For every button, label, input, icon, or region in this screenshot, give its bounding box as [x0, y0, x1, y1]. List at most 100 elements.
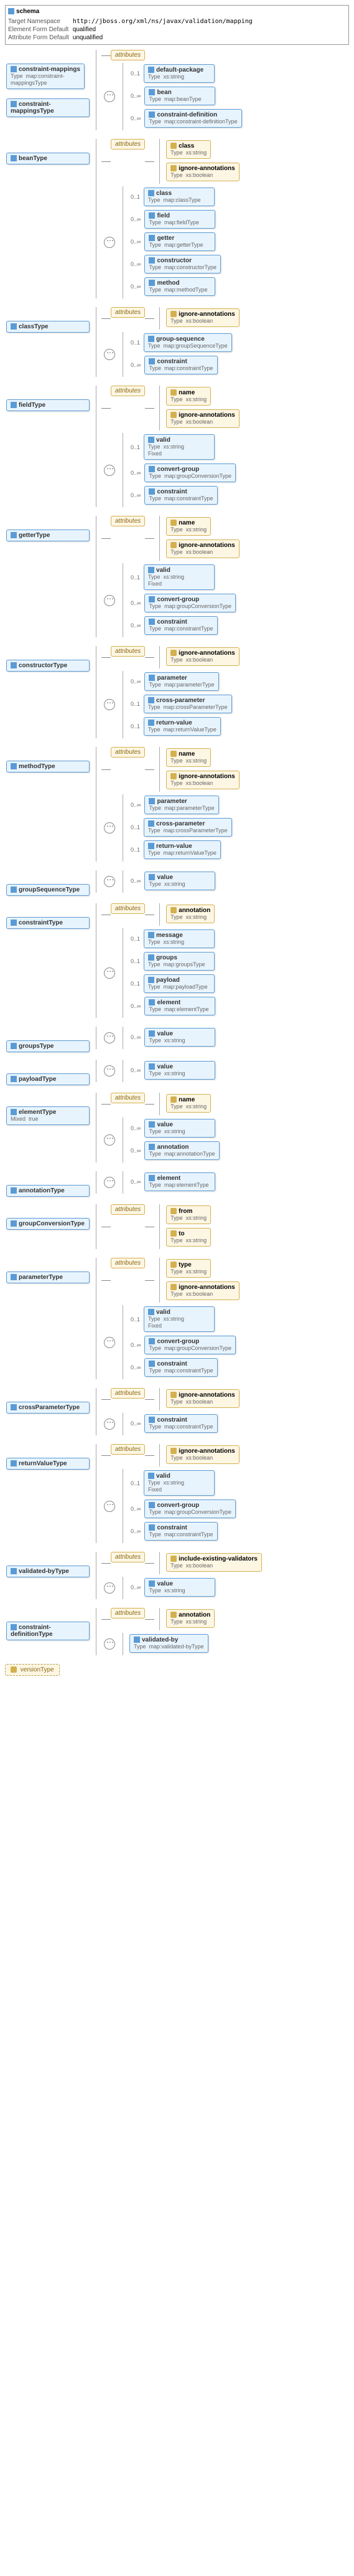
element-icon [148, 67, 154, 73]
element-constraint: constraintType map:constraintType [144, 356, 217, 374]
section-classType: classTypeattributesignore-annotationsTyp… [5, 307, 349, 379]
sequence-icon [104, 349, 115, 360]
attr-type: typeType xs:string [166, 1259, 211, 1278]
element-icon [149, 488, 155, 495]
schema-table: Target Namespacehttp://jboss.org/xml/ns/… [8, 17, 256, 42]
element-icon [148, 720, 154, 726]
element-constraint: constraintType map:constraintType [144, 1358, 217, 1377]
element-element: elementType map:elementType [144, 997, 215, 1015]
attr-class: classType xs:string [166, 140, 211, 159]
type-payloadType: payloadType [6, 1073, 90, 1085]
element-valid: validType xs:stringFixed [144, 1306, 215, 1332]
complextype-icon [11, 1404, 17, 1410]
element-value: valueType xs:string [144, 1578, 215, 1597]
attribute-icon [170, 1096, 177, 1103]
section-groupSequenceType: groupSequenceType0..∞valueType xs:string [5, 870, 349, 897]
section-payloadType: payloadType0..∞valueType xs:string [5, 1060, 349, 1086]
element-constraint: constraintType map:constraintType [144, 1414, 217, 1433]
occurrence: 0..∞ [131, 283, 141, 290]
section-annotationType: annotationType0..∞elementType map:elemen… [5, 1171, 349, 1198]
attr-ignore-annotations: ignore-annotationsType xs:boolean [166, 539, 240, 558]
sequence-icon [104, 1337, 115, 1348]
element-icon [149, 675, 155, 681]
complextype-icon [11, 886, 17, 893]
element-default-package: default-packageType xs:string [144, 64, 215, 83]
element-icon [149, 257, 155, 264]
element-groups: groupsType map:groupsType [144, 952, 215, 971]
attribute-icon [170, 1448, 177, 1454]
attribute-icon [170, 143, 177, 149]
element-icon [149, 1063, 155, 1070]
simpletype-icon [11, 1666, 17, 1673]
occurrence: 0..∞ [131, 239, 141, 245]
type-groupConversionType: groupConversionType [6, 1218, 90, 1230]
type-crossParameterType: crossParameterType [6, 1402, 90, 1414]
type-classType: classType [6, 321, 90, 333]
sequence-icon [104, 465, 115, 476]
element-icon [148, 697, 154, 703]
sequence-icon [104, 699, 115, 710]
element-cross-parameter: cross-parameterType map:crossParameterTy… [144, 818, 232, 837]
occurrence: 0..1 [131, 574, 140, 581]
occurrence: 0..∞ [131, 622, 141, 629]
occurrence: 0..∞ [131, 1364, 141, 1371]
occurrence: 0..∞ [131, 802, 141, 808]
attributes-group: attributes [111, 1258, 145, 1268]
element-valid: validType xs:stringFixed [144, 1470, 215, 1496]
element-icon [149, 798, 155, 804]
sequence-icon [104, 876, 115, 887]
complextype-icon [11, 1109, 17, 1115]
sequence-icon [104, 822, 115, 834]
attr-name: nameType xs:string [166, 748, 211, 767]
section-constraintType: constraintTypeattributesannotationType x… [5, 903, 349, 1020]
element-icon [148, 932, 154, 938]
element-icon [149, 212, 155, 219]
occurrence: 0..∞ [131, 362, 141, 368]
attr-ignore-annotations: ignore-annotationsType xs:boolean [166, 409, 240, 428]
sequence-icon [104, 1638, 115, 1650]
occurrence: 0..1 [131, 194, 140, 200]
complextype-icon [11, 101, 17, 107]
el-form-label: Element Form Default [8, 26, 73, 34]
attr-form: unqualified [73, 34, 256, 42]
occurrence: 0..∞ [131, 1342, 141, 1348]
element-constraint-definition: constraint-definitionType map:constraint… [144, 109, 241, 128]
occurrence: 0..∞ [131, 1034, 141, 1040]
attribute-icon [170, 751, 177, 757]
section-validated-byType: validated-byTypeattributesinclude-existi… [5, 1552, 349, 1602]
element-icon [148, 567, 154, 573]
occurrence: 0..∞ [131, 1125, 141, 1131]
type-fieldType: fieldType [6, 399, 90, 411]
occurrence: 0..1 [131, 824, 140, 830]
element-constraint: constraintType map:constraintType [144, 486, 217, 505]
element-icon [149, 1524, 155, 1531]
element-icon [149, 596, 155, 602]
section-versionType: versionType [5, 1664, 349, 1676]
attributes-group: attributes [111, 1204, 145, 1215]
element-icon [149, 235, 155, 241]
complextype-icon [11, 155, 17, 161]
target-ns: http://jboss.org/xml/ns/javax/validation… [73, 17, 256, 26]
element-cross-parameter: cross-parameterType map:crossParameterTy… [144, 695, 232, 713]
type-constructorType: constructorType [6, 660, 90, 672]
attribute-icon [170, 311, 177, 317]
element-icon [148, 820, 154, 827]
complextype-icon [11, 662, 17, 668]
section-root: constraint-mappingsType map:constraint-m… [5, 50, 349, 133]
occurrence: 0..∞ [131, 1148, 141, 1154]
element-icon [149, 1121, 155, 1128]
element-group-sequence: group-sequenceType map:groupSequenceType [144, 333, 232, 352]
sequence-icon [104, 1032, 115, 1043]
occurrence: 0..∞ [131, 600, 141, 606]
type-validated-byType: validated-byType [6, 1566, 90, 1577]
section-beanType: beanTypeattributesclassType xs:stringign… [5, 139, 349, 301]
complextype-icon [11, 1460, 17, 1466]
attributes-group: attributes [111, 139, 145, 150]
attribute-icon [170, 773, 177, 779]
section-returnValueType: returnValueTypeattributesignore-annotati… [5, 1444, 349, 1546]
occurrence: 0..1 [131, 981, 140, 987]
complextype-icon [11, 1043, 17, 1049]
element-icon [148, 190, 154, 196]
attr-ignore-annotations: ignore-annotationsType xs:boolean [166, 647, 240, 666]
element-value: valueType xs:string [144, 1119, 215, 1138]
